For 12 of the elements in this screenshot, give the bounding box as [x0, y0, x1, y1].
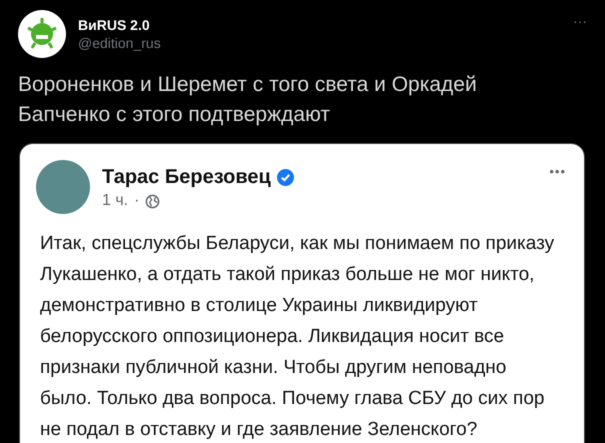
avatar[interactable]: [18, 10, 66, 58]
photo-placeholder: [36, 160, 90, 214]
post-time: 1 ч.: [102, 191, 128, 211]
author-name[interactable]: ВиRUS 2.0: [78, 16, 161, 34]
separator-dot: ·: [134, 191, 140, 211]
post-text: Итак, спецслужбы Беларуси, как мы понимаем по приказу Лукашенко, а отдать такой приказ больше не мог никто, демонстративно в столице Украины ликвидируют белорусского оппозиционера. Ликвидация носит все признаки публичной казни. Чтобы другим неповадно было. Только два вопроса. Почему глава СБУ до сих пор не подал в отставку и где заявление Зеленского?: [39, 232, 556, 442]
tweet-text: Вороненков и Шеремет с того света и Оркадей Бапченко с этого подтверждают: [17, 72, 478, 128]
globe-icon: [145, 194, 160, 208]
post-author-name: Тарас Березовец: [102, 165, 271, 190]
author-handle[interactable]: @edition_rus: [78, 34, 161, 52]
post-more-icon: •••: [549, 162, 566, 182]
more-button[interactable]: ···: [573, 14, 587, 28]
